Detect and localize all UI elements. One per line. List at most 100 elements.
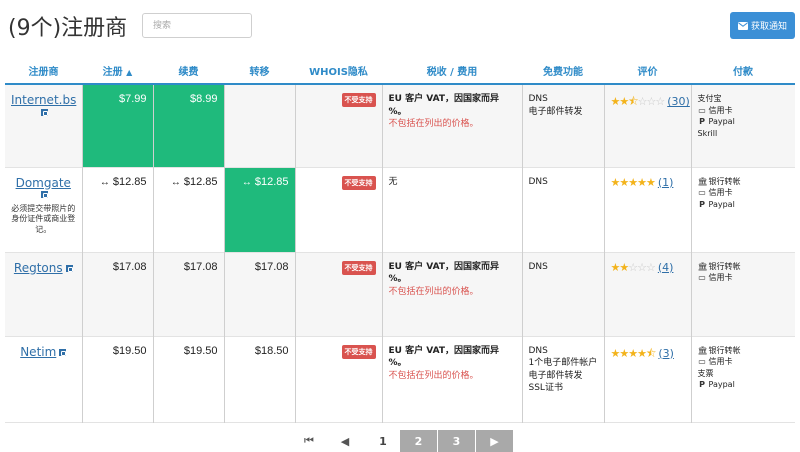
col-registrar[interactable]: 注册商 <box>5 58 82 85</box>
external-link-icon[interactable] <box>59 349 67 356</box>
features-cell: DNS 1个电子邮件帐户 电子邮件转发 SSL证书 <box>522 336 605 422</box>
tax-excluded-text: 不包括在列出的价格。 <box>388 286 479 297</box>
registrar-link[interactable]: Netim <box>20 345 56 359</box>
payment-cell: 🏛银行转帐 ▭ 信用卡 <box>691 252 795 336</box>
registrar-link[interactable]: Domgate <box>16 176 71 190</box>
tax-cell: EU 客户 VAT，因国家而异 %。 不包括在列出的价格。 <box>382 336 523 422</box>
first-page-icon: ⏮ <box>304 434 314 447</box>
payment-cell: 支付宝 ▭ 信用卡 P Paypal Skrill <box>691 84 795 167</box>
payment-label: 信用卡 <box>708 105 733 115</box>
col-tax: 税收 / 费用 <box>382 58 522 85</box>
payment-label: 信用卡 <box>708 273 733 283</box>
tax-cell: 无 <box>382 167 523 252</box>
table-row: Internet.bs $7.99 $8.99 不受支持 EU 客户 VAT，因… <box>5 84 795 167</box>
unsupported-badge: 不受支持 <box>341 93 376 107</box>
search-input[interactable] <box>142 13 252 38</box>
features-cell: DNS <box>522 252 605 336</box>
rating-count-link[interactable]: (3) <box>658 347 674 360</box>
col-rating[interactable]: 评价 <box>604 58 691 85</box>
payment-label: Paypal <box>708 117 735 127</box>
payment-label: 银行转帐 <box>708 345 741 355</box>
col-features: 免费功能 <box>522 58 604 85</box>
external-link-icon[interactable] <box>41 108 49 116</box>
col-renew[interactable]: 续费 <box>153 58 224 85</box>
external-link-icon[interactable] <box>65 265 73 272</box>
registrar-cell: Regtons <box>5 252 83 336</box>
registrar-link[interactable]: Regtons <box>14 261 63 275</box>
transfer-price: $18.50 <box>224 336 296 422</box>
page-2-button[interactable]: 2 <box>400 430 437 452</box>
transfer-arrows-icon: ↔ <box>170 176 181 188</box>
col-register[interactable]: 注册 ▲ <box>82 58 153 85</box>
credit-card-icon: ▭ <box>698 188 706 198</box>
payment-paypal: P Paypal <box>698 199 790 211</box>
half-star: ⯪ <box>645 346 656 360</box>
page-1-current: 1 <box>379 434 387 448</box>
registrar-table: 注册商 注册 ▲ 续费 转移 WHOIS隐私 税收 / 费用 免费功能 评价 付… <box>5 58 795 423</box>
empty-stars: ☆☆☆ <box>628 260 656 274</box>
payment-label: 信用卡 <box>708 188 733 198</box>
prev-page-button[interactable]: ◀ <box>323 430 367 452</box>
star-rating-icon: ★★★★⯪ <box>610 346 657 360</box>
credit-card-icon: ▭ <box>698 273 706 283</box>
external-link-icon[interactable] <box>41 191 49 198</box>
payment-bank-transfer: 🏛银行转帐 <box>698 176 790 188</box>
payment-skrill: Skrill <box>698 128 790 140</box>
empty-stars: ☆☆☆ <box>637 95 666 108</box>
renew-price-value: $8.99 <box>189 93 218 105</box>
filled-stars: ★★ <box>610 260 630 274</box>
col-transfer[interactable]: 转移 <box>224 58 295 85</box>
payment-check: 支票 <box>698 368 790 380</box>
whois-cell: 不受支持 <box>295 84 383 167</box>
rating-count-link[interactable]: (30) <box>667 95 690 108</box>
features-cell: DNS 电子邮件转发 <box>522 84 605 167</box>
rating-cell: ★★★★★ (1) <box>604 167 692 252</box>
table-row: Netim $19.50 $19.50 $18.50 不受支持 EU 客户 VA… <box>5 336 795 422</box>
register-price: ↔ $12.85 <box>82 167 154 252</box>
rating-count-link[interactable]: (4) <box>658 261 674 274</box>
col-payment: 付款 <box>691 58 795 85</box>
payment-label: 银行转帐 <box>708 176 741 186</box>
page-title: (9个)注册商 <box>8 16 128 41</box>
next-page-button[interactable]: ▶ <box>476 430 513 452</box>
rating-count-link[interactable]: (1) <box>658 176 674 189</box>
filled-stars: ★★★★ <box>610 346 647 360</box>
first-page-button[interactable]: ⏮ <box>295 430 323 452</box>
renew-price: $19.50 <box>153 336 225 422</box>
tax-excluded-text: 不包括在列出的价格。 <box>388 119 479 130</box>
feature-item: DNS <box>528 176 548 187</box>
table-row: Regtons $17.08 $17.08 $17.08 不受支持 EU 客户 … <box>5 252 795 336</box>
transfer-price: $17.08 <box>224 252 296 336</box>
registrar-note: 必须提交带照片的身份证件或商业登记。 <box>11 203 76 235</box>
half-star: ⯪ <box>628 95 638 108</box>
tax-vat-text: EU 客户 VAT，因国家而异 %。 <box>388 345 499 369</box>
rating-cell: ★★☆☆☆ (4) <box>604 252 692 336</box>
paypal-icon: P <box>699 199 705 209</box>
page-3-button[interactable]: 3 <box>438 430 475 452</box>
get-notified-button[interactable]: 获取通知 <box>730 12 795 39</box>
feature-item: DNS <box>528 345 548 356</box>
star-rating-icon: ★★★★★ <box>610 175 656 189</box>
features-cell: DNS <box>522 167 605 252</box>
mail-icon <box>737 21 748 30</box>
feature-item: DNS <box>528 94 548 104</box>
payment-credit-card: ▭ 信用卡 <box>698 356 790 368</box>
transfer-price-value: $12.85 <box>254 175 289 188</box>
transfer-price-value: $18.50 <box>254 344 289 357</box>
tax-cell: EU 客户 VAT，因国家而异 %。 不包括在列出的价格。 <box>382 252 523 336</box>
rating-cell: ★★★★⯪ (3) <box>604 336 692 422</box>
paypal-icon: P <box>699 117 705 127</box>
unsupported-badge: 不受支持 <box>341 260 376 275</box>
col-register-label: 注册 <box>102 67 123 78</box>
feature-item: 电子邮件转发 <box>528 370 583 381</box>
register-price-value: $12.85 <box>112 175 147 188</box>
col-whois[interactable]: WHOIS隐私 <box>295 58 382 85</box>
payment-paypal: P Paypal <box>698 116 790 128</box>
star-rating-icon: ★★☆☆☆ <box>610 260 656 274</box>
table-header-row: 注册商 注册 ▲ 续费 转移 WHOIS隐私 税收 / 费用 免费功能 评价 付… <box>5 58 795 85</box>
payment-cell: 🏛银行转帐 ▭ 信用卡 P Paypal <box>691 167 795 252</box>
registrar-link[interactable]: Internet.bs <box>11 93 76 107</box>
renew-price-value: $12.85 <box>183 175 218 188</box>
payment-alipay: 支付宝 <box>698 93 790 105</box>
transfer-price-value: $17.08 <box>254 260 289 273</box>
